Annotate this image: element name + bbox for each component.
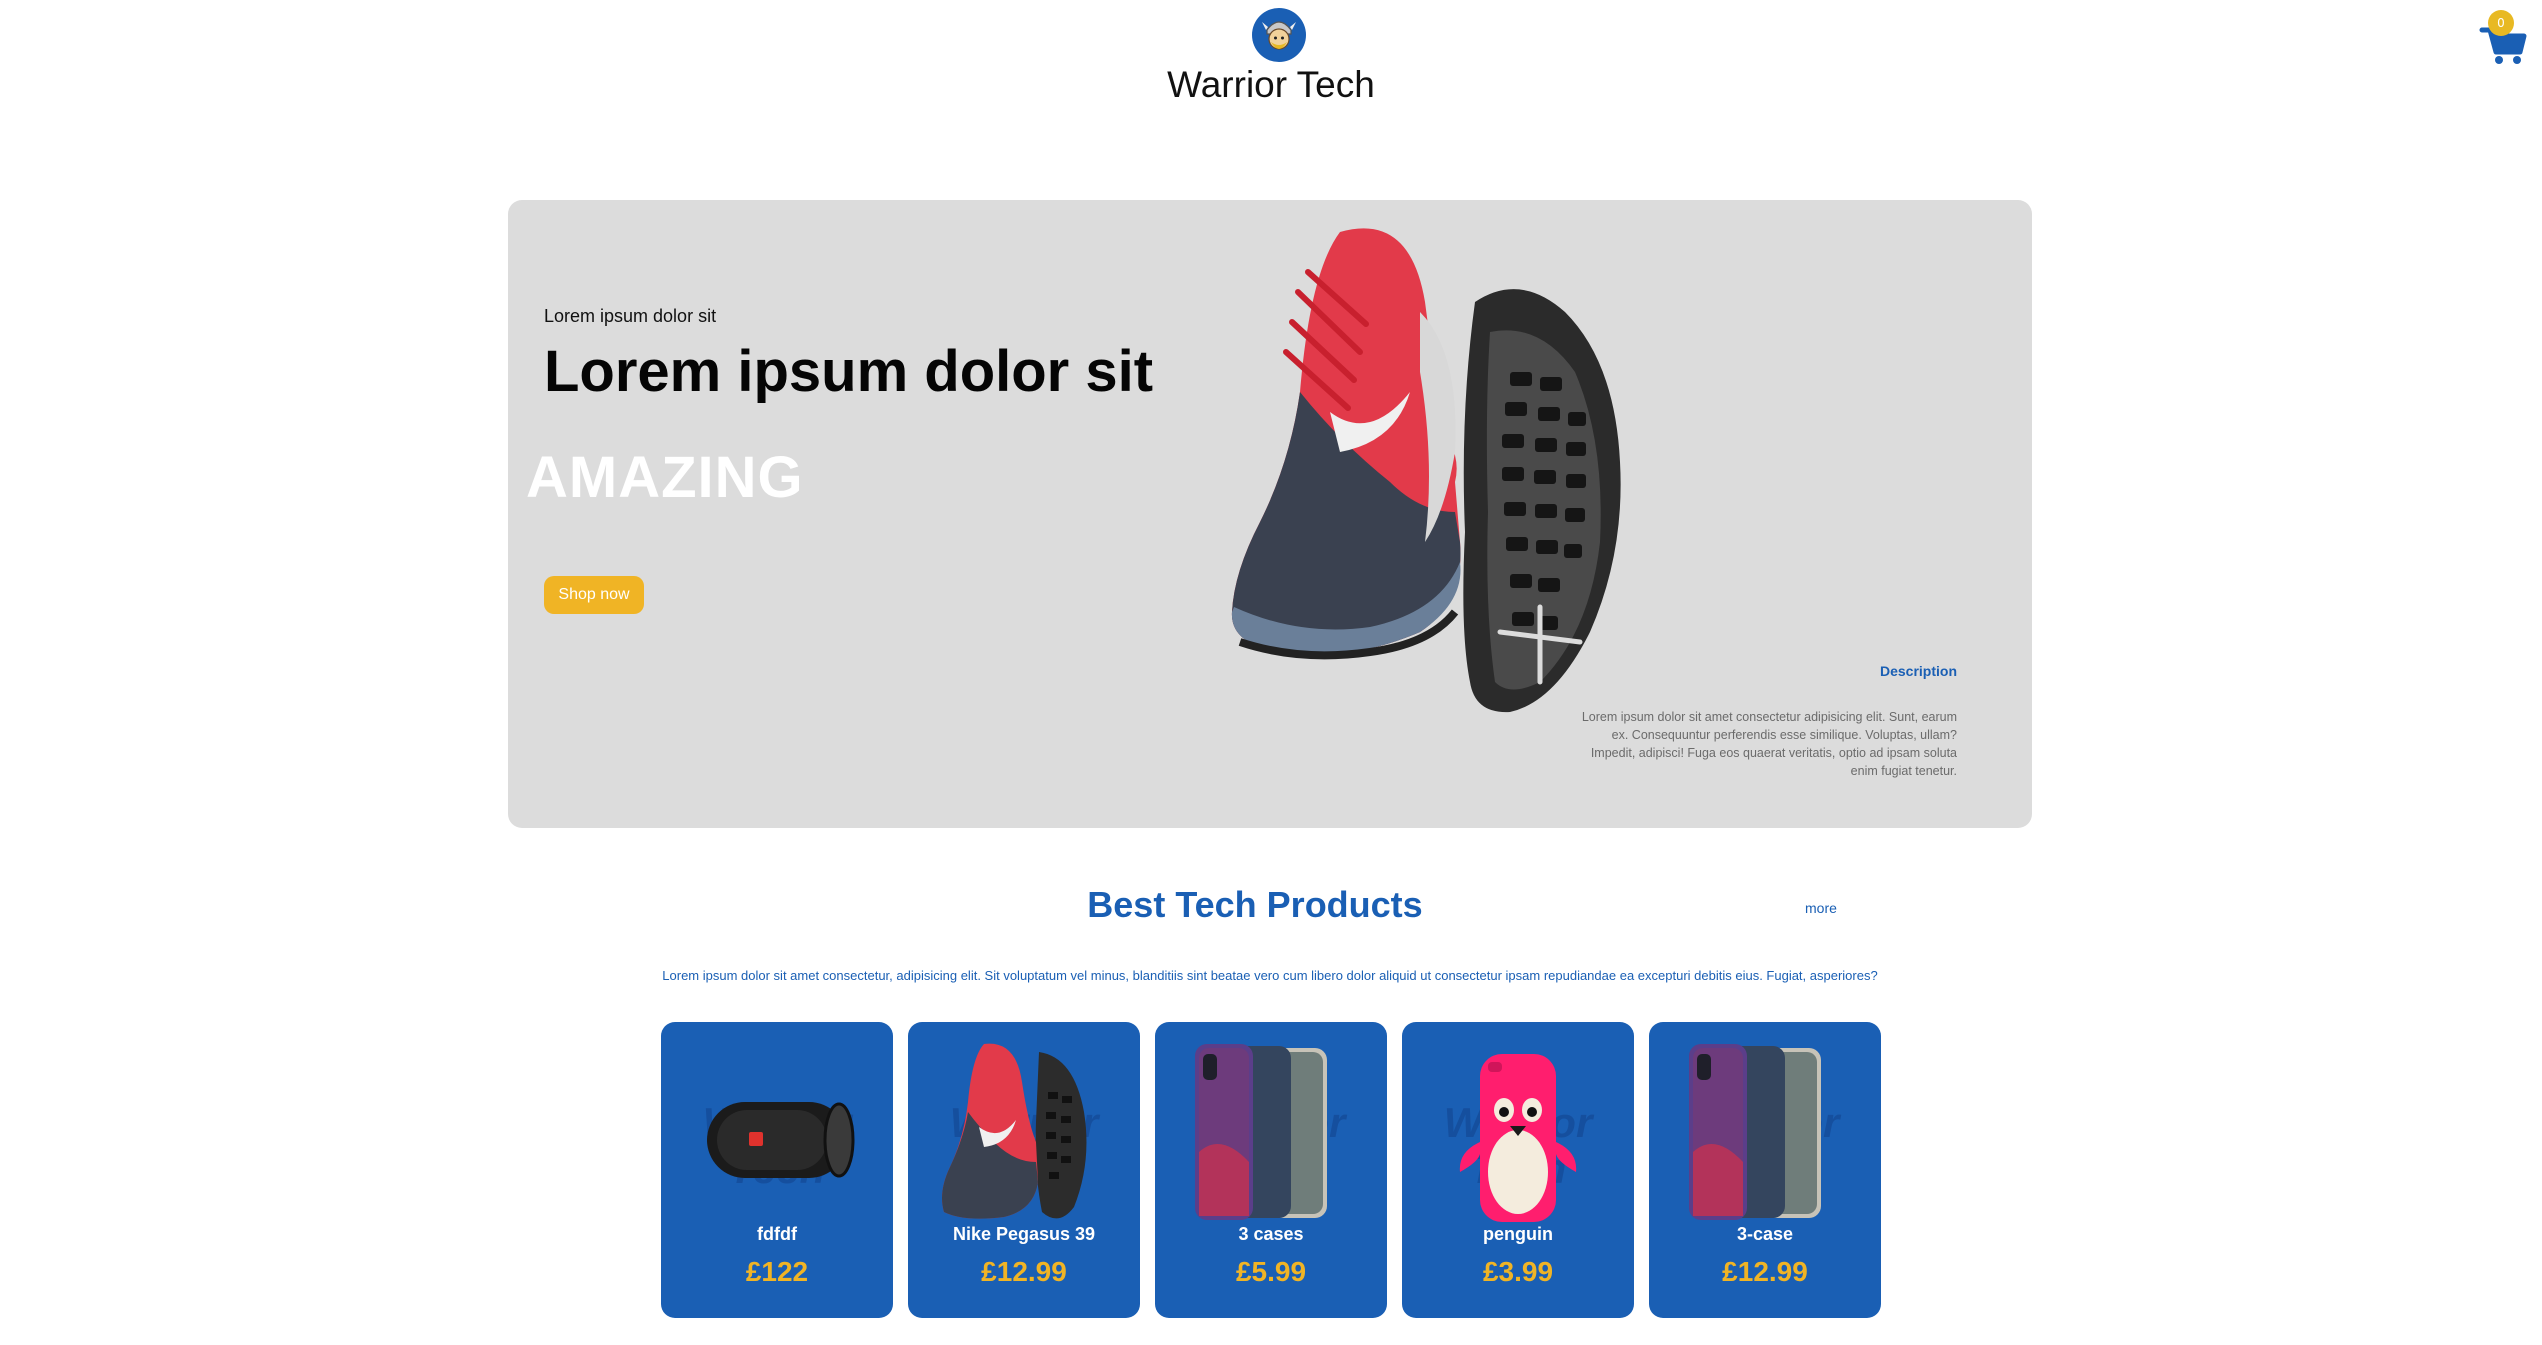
section-description: Lorem ipsum dolor sit amet consectetur, … <box>662 968 1878 983</box>
hero-title: Lorem ipsum dolor sit <box>544 339 1154 404</box>
product-price: £122 <box>745 1256 809 1287</box>
more-link[interactable]: more <box>1805 900 1837 916</box>
section-title: Best Tech Products <box>1087 884 1423 925</box>
hero-subtitle: Lorem ipsum dolor sit <box>544 306 717 326</box>
hero-shoe-image <box>1231 228 1621 713</box>
phone-cases-image <box>1689 1044 1821 1220</box>
shop-now-button[interactable]: Shop now <box>544 576 644 614</box>
site-header: Warrior Tech 0 <box>0 0 2542 130</box>
hero-highlight: AMAZING <box>526 445 804 510</box>
cart-count-badge: 0 <box>2488 10 2514 36</box>
product-card[interactable]: WarriorTech fdfdf £122 <box>661 1022 893 1318</box>
product-name: 3 cases <box>1238 1224 1304 1244</box>
product-name: penguin <box>1483 1224 1553 1244</box>
brand-name[interactable]: Warrior Tech <box>1071 64 1471 106</box>
penguin-case-image <box>1459 1054 1577 1222</box>
product-card[interactable]: WarriorTech 3 cases £5.99 <box>1155 1022 1387 1318</box>
hero-description-title: Description <box>1879 663 1957 679</box>
product-price: £3.99 <box>1482 1256 1554 1287</box>
warrior-logo-icon[interactable] <box>1252 8 1306 62</box>
hero-banner: Lorem ipsum dolor sit Lorem ipsum dolor … <box>508 200 2032 828</box>
hero-description: Lorem ipsum dolor sit amet consectetur a… <box>1581 710 1957 778</box>
phone-cases-image <box>1195 1044 1327 1220</box>
product-card[interactable]: WarriorTech Nike Pegasus 39 £12.99 <box>908 1022 1140 1318</box>
product-price: £12.99 <box>1722 1256 1808 1287</box>
product-price: £12.99 <box>981 1256 1067 1287</box>
speaker-image <box>707 1102 855 1178</box>
shoe-image <box>942 1043 1087 1219</box>
product-name: Nike Pegasus 39 <box>952 1224 1096 1244</box>
product-card[interactable]: WarriorTech penguin £3.99 <box>1402 1022 1634 1318</box>
product-name: fdfdf <box>757 1224 797 1244</box>
product-price: £5.99 <box>1235 1256 1307 1287</box>
product-card[interactable]: WarriorTech 3-case £12.99 <box>1649 1022 1881 1318</box>
product-name: 3-case <box>1736 1224 1794 1244</box>
product-grid: WarriorTech fdfdf £122 WarriorTech Nike … <box>661 1022 1881 1318</box>
